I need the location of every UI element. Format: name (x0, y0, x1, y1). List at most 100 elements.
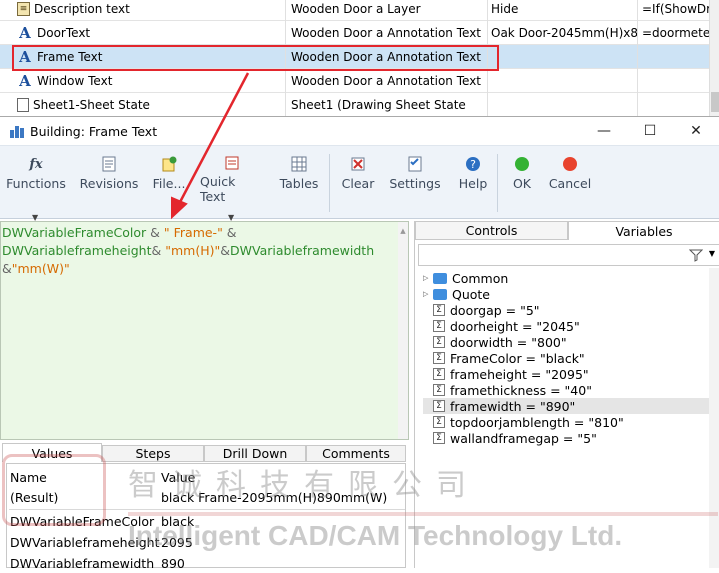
value-value: 2095 (161, 534, 193, 550)
row-col2: Wooden Door a Annotation Text (288, 21, 488, 45)
formula-builder-dialog: Building: Frame Text — ☐ ✕ fx Functions … (0, 116, 719, 571)
tables-label: Tables (279, 176, 319, 191)
row-col3: Oak Door-2045mm(H)x8 (488, 21, 638, 45)
filter-icon[interactable] (689, 248, 703, 262)
tree-variable[interactable]: Σframeheight = "2095" (423, 366, 719, 382)
tables-button[interactable]: Tables (279, 154, 319, 204)
formula-operator: & (220, 243, 231, 258)
formula-operator: & (146, 225, 164, 240)
right-tabs: Controls Variables (415, 221, 719, 240)
tree-variable[interactable]: Σdoorheight = "2045" (423, 318, 719, 334)
minimize-button[interactable]: — (581, 117, 627, 145)
functions-button[interactable]: fx Functions ▼ (6, 154, 66, 223)
file-add-icon (159, 154, 179, 174)
table-row[interactable]: A Window Text Wooden Door a Annotation Te… (0, 69, 719, 93)
value-name: (Result) (10, 489, 59, 505)
cancel-red-circle-icon (560, 154, 580, 174)
quick-text-button[interactable]: Quick Text ▼ (200, 154, 264, 222)
cancel-label: Cancel (548, 176, 592, 191)
table-row[interactable]: DWVariableFrameColor black (9, 511, 405, 531)
row-name: Description text (34, 2, 130, 16)
table-row[interactable]: DWVariableframeheight 2095 (9, 532, 405, 552)
close-button[interactable]: ✕ (673, 117, 719, 145)
tree-label: topdoorjamblength = "810" (450, 414, 624, 430)
revisions-label: Revisions (79, 176, 139, 191)
column-header-name: Name (10, 469, 47, 485)
editor-scrollbar[interactable]: ▲ (398, 222, 408, 439)
help-button[interactable]: ? Help (456, 154, 490, 204)
variables-scrollbar[interactable] (709, 268, 719, 568)
row-col3 (488, 93, 638, 116)
formula-operator: & (151, 243, 166, 258)
tree-variable[interactable]: Σdoorgap = "5" (423, 302, 719, 318)
tree-folder-common[interactable]: ▷ Common (423, 270, 719, 286)
expand-icon[interactable]: ▷ (423, 274, 431, 282)
table-row[interactable]: (Result) black Frame-2095mm(H)890mm(W) (9, 487, 405, 507)
tree-variable[interactable]: Σ FrameColor = "black" (423, 350, 719, 366)
tree-label: Quote (452, 286, 491, 302)
formula-editor[interactable]: DWVariableFrameColor & " Frame-" & DWVar… (0, 221, 409, 440)
tree-label: framethickness = "40" (450, 382, 592, 398)
settings-label: Settings (389, 176, 441, 191)
table-grid-icon (289, 154, 309, 174)
tree-label: FrameColor = "black" (450, 350, 585, 366)
settings-button[interactable]: Settings (389, 154, 441, 204)
tree-label: framewidth = "890" (450, 398, 576, 414)
title-bar[interactable]: Building: Frame Text — ☐ ✕ (0, 117, 719, 145)
row-col4 (639, 93, 709, 116)
sigma-icon: Σ (433, 368, 445, 380)
function-fx-icon: fx (29, 156, 43, 172)
tree-label: doorheight = "2045" (450, 318, 580, 334)
formula-variable: DWVariableframewidth (230, 243, 375, 258)
sigma-icon: Σ (433, 320, 445, 332)
functions-label: Functions (6, 176, 66, 191)
tree-label: wallandframegap = "5" (450, 430, 597, 446)
row-col3 (488, 69, 638, 93)
quick-text-label: Quick Text (200, 174, 236, 204)
formula-string: "mm(H)" (165, 243, 221, 258)
divider (9, 509, 405, 510)
table-scrollbar[interactable] (709, 0, 719, 116)
tab-values[interactable]: Values (2, 443, 102, 462)
values-table: Name Value (Result) black Frame-2095mm(H… (6, 463, 406, 571)
tree-variable[interactable]: Σframethickness = "40" (423, 382, 719, 398)
sigma-icon: Σ (433, 384, 445, 396)
table-row[interactable]: DWVariableframewidth 890 (9, 553, 405, 573)
row-col2: Wooden Door a Layer (288, 0, 488, 21)
table-row[interactable]: ≡ Description text Wooden Door a Layer Hi… (0, 0, 719, 21)
sigma-icon: Σ (433, 336, 445, 348)
tree-variable[interactable]: Σdoorwidth = "800" (423, 334, 719, 350)
text-a-icon: A (19, 72, 31, 90)
maximize-button[interactable]: ☐ (627, 117, 673, 145)
chevron-down-icon[interactable]: ▼ (709, 249, 715, 258)
bottom-tabs: Values Steps Drill Down Comments (0, 443, 409, 462)
variable-filter-input[interactable]: ▼ (418, 244, 719, 266)
clear-button[interactable]: Clear (341, 154, 375, 204)
scroll-up-icon[interactable]: ▲ (398, 222, 408, 240)
expand-icon[interactable]: ▷ (423, 290, 431, 298)
tree-variable[interactable]: Σwallandframegap = "5" (423, 430, 719, 446)
tree-variable[interactable]: Σtopdoorjamblength = "810" (423, 414, 719, 430)
table-row[interactable]: A DoorText Wooden Door a Annotation Text … (0, 21, 719, 45)
row-name: Window Text (37, 74, 113, 88)
document-icon (99, 154, 119, 174)
revisions-button[interactable]: Revisions (80, 154, 138, 204)
file-button[interactable]: File... (152, 154, 186, 204)
cancel-button[interactable]: Cancel (549, 154, 591, 204)
row-col3 (488, 45, 638, 69)
row-name: DoorText (37, 26, 91, 40)
tab-controls[interactable]: Controls (415, 221, 568, 240)
tab-variables[interactable]: Variables (568, 221, 719, 240)
tab-drill-down[interactable]: Drill Down (204, 445, 306, 462)
ok-button[interactable]: OK (509, 154, 535, 204)
value-name: DWVariableframewidth (10, 555, 155, 571)
scrollbar-thumb[interactable] (711, 92, 719, 112)
sigma-icon: Σ (433, 432, 445, 444)
tree-variable-selected[interactable]: Σframewidth = "890" (423, 398, 719, 414)
tab-steps[interactable]: Steps (102, 445, 204, 462)
tab-comments[interactable]: Comments (306, 445, 406, 462)
table-row[interactable]: Sheet1-Sheet State Sheet1 (Drawing Sheet… (0, 93, 719, 116)
row-col3: Hide (488, 0, 638, 21)
file-label: File... (152, 176, 186, 191)
tree-folder-quote[interactable]: ▷ Quote (423, 286, 719, 302)
